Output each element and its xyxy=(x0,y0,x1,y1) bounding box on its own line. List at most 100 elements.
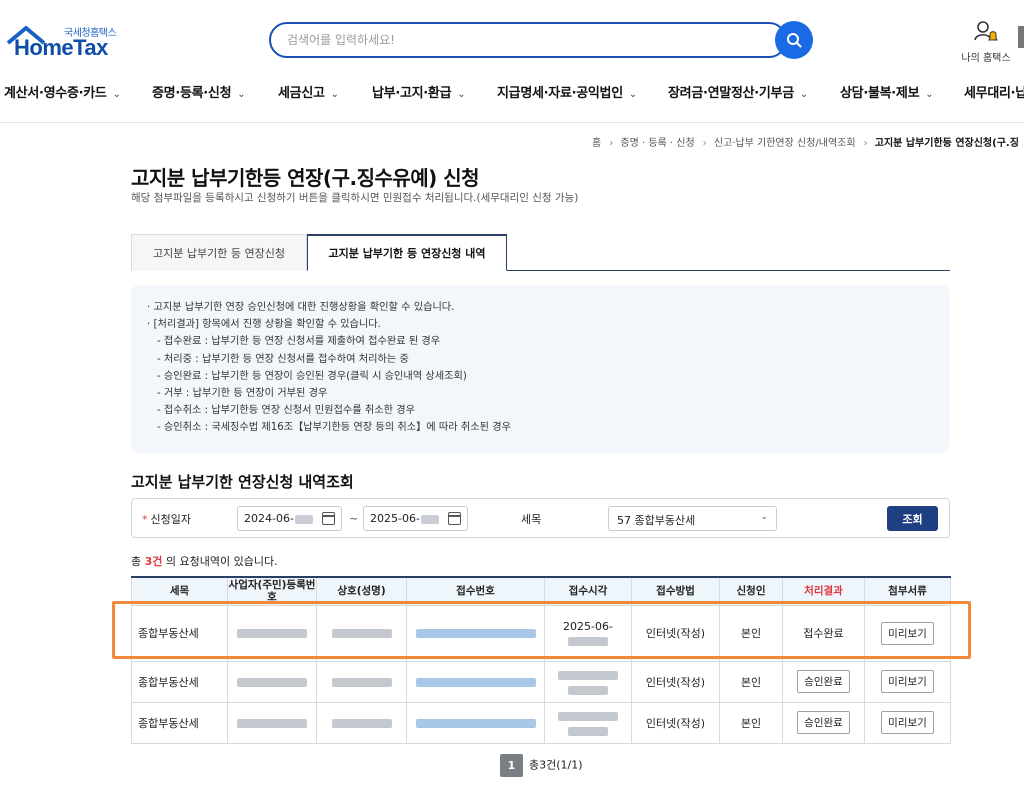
nav-item-statement[interactable]: 지급명세·자료·공익법인 ⌄ xyxy=(497,82,637,101)
page-button-current[interactable]: 1 xyxy=(500,754,523,777)
nav-divider xyxy=(0,122,1024,123)
cell-method: 인터넷(작성) xyxy=(631,701,720,744)
notice-line: - 승인취소 : 국세징수법 제16조【납부기한등 연장 등의 취소】에 따라 … xyxy=(157,422,512,434)
chevron-down-icon: ⌄ xyxy=(628,89,637,100)
cell-applicant: 본인 xyxy=(719,701,783,744)
cell-tax: 종합부동산세 xyxy=(131,660,228,703)
page-description: 해당 첨부파일을 등록하시고 신청하기 버튼을 클릭하시면 민원접수 처리됩니다… xyxy=(131,192,579,204)
breadcrumb-current: 고지분 납부기한등 연장신청(구.징 xyxy=(874,138,1019,149)
tab-bar: 고지분 납부기한 등 연장신청 고지분 납부기한 등 연장신청 내역 xyxy=(131,234,950,271)
table-row: 종합부동산세 인터넷(작성) 본인 승인완료 미리보기 xyxy=(131,660,951,703)
cell-time-masked xyxy=(544,660,632,703)
masked-value xyxy=(294,514,313,524)
my-hometax-label: 나의 홈택스 xyxy=(961,53,1011,64)
notice-line: - 접수취소 : 납부기한등 연장 신청서 민원접수를 취소한 경우 xyxy=(157,405,415,417)
chevron-down-icon: ⌄ xyxy=(799,89,808,100)
user-bell-icon xyxy=(974,21,998,41)
required-mark: * xyxy=(142,513,148,526)
nav-item-payment[interactable]: 납부·고지·환급 ⌄ xyxy=(372,82,466,101)
masked-value xyxy=(420,514,439,524)
hometax-logo[interactable]: 국세청홈택스 HomeTax xyxy=(6,22,121,62)
masked-value xyxy=(568,726,608,736)
chevron-down-icon: ⌄ xyxy=(925,89,934,100)
logo-title: HomeTax xyxy=(14,35,108,60)
masked-value xyxy=(415,677,536,687)
search-box xyxy=(269,22,787,58)
search-input[interactable] xyxy=(271,24,741,56)
notice-line: - 처리중 : 납부기한 등 연장 신청서를 접수하여 처리하는 중 xyxy=(157,353,409,365)
tax-type-select[interactable]: 57 종합부동산세 ⌄ xyxy=(608,506,777,531)
masked-value xyxy=(331,677,392,687)
cell-method: 인터넷(작성) xyxy=(631,660,720,703)
cell-name-masked xyxy=(316,660,407,703)
nav-item-consult[interactable]: 상담·불복·제보 ⌄ xyxy=(840,82,934,101)
nav-item-agent[interactable]: 세무대리·납 xyxy=(964,82,1024,101)
search-button[interactable] xyxy=(775,21,813,59)
nav-item-invoice[interactable]: 계산서·영수증·카드 ⌄ xyxy=(4,82,121,101)
preview-button[interactable]: 미리보기 xyxy=(881,711,934,734)
pagination: 1 총3건(1/1) xyxy=(500,754,583,777)
masked-value xyxy=(237,677,307,687)
cell-regno-masked xyxy=(227,660,317,703)
notice-line: - 거부 : 납부기한 등 연장이 거부된 경우 xyxy=(157,388,328,400)
breadcrumb: 홈 › 증명 · 등록 · 신청 › 신고·납부 기한연장 신청/내역조회 › 고지분… xyxy=(592,134,1023,149)
breadcrumb-home[interactable]: 홈 xyxy=(592,138,601,149)
page-summary: 총3건(1/1) xyxy=(529,758,583,772)
cell-attachment: 미리보기 xyxy=(864,660,951,703)
cell-result: 승인완료 xyxy=(782,660,865,703)
nav-item-incentive[interactable]: 장려금·연말정산·기부금 ⌄ xyxy=(668,82,808,101)
calendar-icon[interactable] xyxy=(322,512,335,525)
cell-tax: 종합부동산세 xyxy=(131,701,228,744)
masked-value xyxy=(415,718,536,728)
notice-line: · 고지분 납부기한 연장 승인신청에 대한 진행상황을 확인할 수 있습니다. xyxy=(147,302,455,313)
date-range-separator: ~ xyxy=(349,512,359,525)
chevron-down-icon: ⌄ xyxy=(330,89,339,100)
date-from-input[interactable]: 2024-06- xyxy=(237,506,342,531)
search-icon xyxy=(787,33,802,48)
result-count: 총 3건 의 요청내역이 있습니다. xyxy=(131,555,278,568)
cell-receipt-link[interactable] xyxy=(406,701,545,744)
cell-result: 승인완료 xyxy=(782,701,865,744)
chevron-down-icon: ⌄ xyxy=(112,89,121,100)
chevron-right-icon: › xyxy=(863,138,868,149)
nav-item-tax-return[interactable]: 세금신고 ⌄ xyxy=(278,82,339,101)
preview-button[interactable]: 미리보기 xyxy=(881,670,934,693)
table-row: 종합부동산세 인터넷(작성) 본인 승인완료 미리보기 xyxy=(131,701,951,744)
cell-regno-masked xyxy=(227,701,317,744)
date-to-input[interactable]: 2025-06- xyxy=(363,506,468,531)
masked-value xyxy=(558,711,618,721)
chevron-right-icon: › xyxy=(609,138,614,149)
cell-attachment: 미리보기 xyxy=(864,701,951,744)
masked-value xyxy=(558,670,618,680)
approved-button[interactable]: 승인완료 xyxy=(797,711,850,734)
tab-apply[interactable]: 고지분 납부기한 등 연장신청 xyxy=(131,234,307,271)
notice-line: - 승인완료 : 납부기한 등 연장이 승인된 경우(클릭 시 승인내역 상세조… xyxy=(157,370,467,382)
tab-history[interactable]: 고지분 납부기한 등 연장신청 내역 xyxy=(307,234,507,271)
notice-box: · 고지분 납부기한 연장 승인신청에 대한 진행상황을 확인할 수 있습니다.… xyxy=(131,285,950,453)
date-label: * 신청일자 xyxy=(142,513,191,526)
cell-name-masked xyxy=(316,701,407,744)
chevron-down-icon: ⌄ xyxy=(237,89,246,100)
notice-line: - 접수완료 : 납부기한 등 연장 신청서를 제출하여 접수완료 된 경우 xyxy=(157,336,441,348)
breadcrumb-item[interactable]: 신고·납부 기한연장 신청/내역조회 xyxy=(714,138,856,149)
cell-time-masked xyxy=(544,701,632,744)
my-hometax-link[interactable]: 나의 홈택스 xyxy=(958,20,1014,64)
breadcrumb-item[interactable]: 증명 · 등록 · 신청 xyxy=(620,138,694,149)
nav-item-certificate[interactable]: 증명·등록·신청 ⌄ xyxy=(152,82,246,101)
query-button[interactable]: 조회 xyxy=(887,506,938,531)
page-title: 고지분 납부기한등 연장(구.징수유예) 신청 xyxy=(131,166,480,190)
count-number: 3건 xyxy=(144,555,163,568)
section-title: 고지분 납부기한 연장신청 내역조회 xyxy=(131,473,354,491)
chevron-down-icon: ⌄ xyxy=(760,512,768,522)
highlight-box xyxy=(112,601,971,659)
cell-applicant: 본인 xyxy=(719,660,783,703)
masked-value xyxy=(237,718,307,728)
header: 국세청홈택스 HomeTax 나의 홈택스 xyxy=(0,0,1024,70)
main-nav: 계산서·영수증·카드 ⌄ 증명·등록·신청 ⌄ 세금신고 ⌄ 납부·고지·환급 ⌄ 지급… xyxy=(0,76,1024,108)
cell-receipt-link[interactable] xyxy=(406,660,545,703)
edge-bar xyxy=(1018,26,1024,48)
masked-value xyxy=(331,718,392,728)
approved-button[interactable]: 승인완료 xyxy=(797,670,850,693)
calendar-icon[interactable] xyxy=(448,512,461,525)
notice-line: · [처리결과] 항목에서 진행 상황을 확인할 수 있습니다. xyxy=(147,319,381,331)
